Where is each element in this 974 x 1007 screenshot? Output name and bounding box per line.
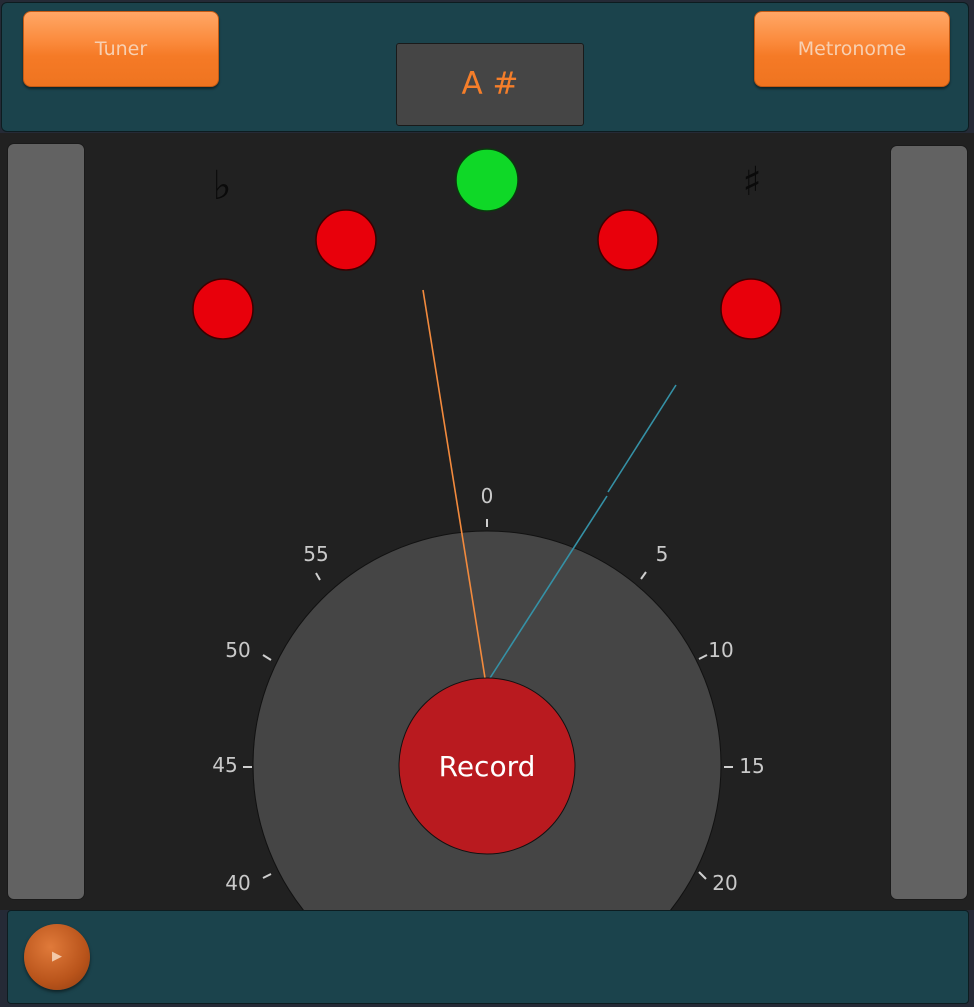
indicator-sharp-far <box>720 278 782 340</box>
indicator-in-tune <box>455 148 519 212</box>
record-label: Record <box>439 750 536 783</box>
dial-label-40: 40 <box>225 871 250 895</box>
flat-symbol: ♭ <box>213 163 232 209</box>
play-button[interactable]: ▶ <box>24 924 90 990</box>
play-icon: ▶ <box>52 949 62 964</box>
dial-label-0: 0 <box>481 484 494 508</box>
dial-label-5: 5 <box>656 542 669 566</box>
dial-label-15: 15 <box>739 754 764 778</box>
bottom-bar: ▶ <box>7 910 969 1004</box>
note-display: A # <box>396 43 584 126</box>
dial-label-55: 55 <box>303 542 328 566</box>
tuner-button[interactable]: Tuner <box>23 11 219 87</box>
dial-label-10: 10 <box>708 638 733 662</box>
dial-label-50: 50 <box>225 638 250 662</box>
record-button[interactable]: Record <box>398 677 576 855</box>
top-bar: Tuner A # Metronome <box>1 2 969 132</box>
tuner-panel: ♭ ♯ 0 5 10 15 20 40 45 50 55 Record <box>0 133 974 910</box>
dial-label-45: 45 <box>212 753 237 777</box>
metronome-button[interactable]: Metronome <box>754 11 950 87</box>
indicator-flat-near <box>315 209 377 271</box>
beat-needle <box>607 384 677 493</box>
indicator-flat-far <box>192 278 254 340</box>
dial-label-20: 20 <box>712 871 737 895</box>
tuner-dial: ♭ ♯ 0 5 10 15 20 40 45 50 55 Record <box>192 148 782 910</box>
sharp-symbol: ♯ <box>742 159 761 205</box>
indicator-sharp-near <box>597 209 659 271</box>
